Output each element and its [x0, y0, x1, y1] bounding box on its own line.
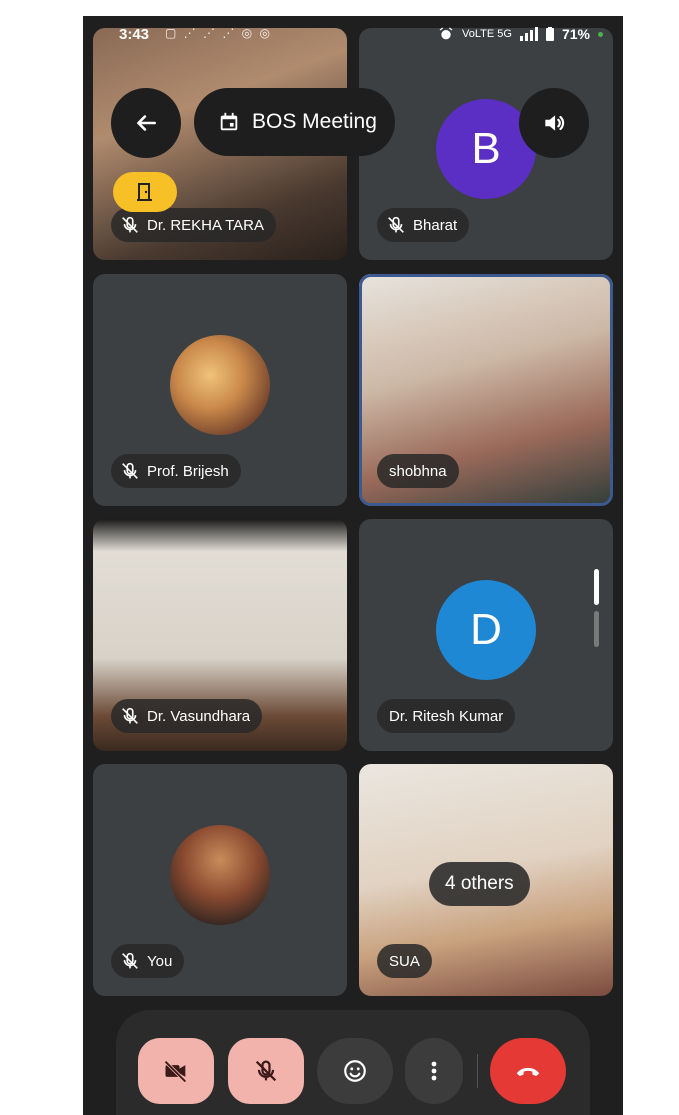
meeting-title: BOS Meeting: [252, 110, 377, 133]
mic-off-icon: [122, 462, 138, 479]
avatar: D: [436, 580, 536, 680]
speaker-button[interactable]: [519, 88, 589, 158]
phone-hangup-icon: [516, 1067, 540, 1076]
participant-tile-shobhna[interactable]: shobhna: [359, 274, 613, 506]
camera-toggle-button[interactable]: [138, 1038, 214, 1104]
mic-toggle-button[interactable]: [228, 1038, 304, 1104]
arrow-left-icon: [137, 115, 156, 131]
others-count-button[interactable]: 4 others: [429, 862, 530, 906]
more-vertical-icon: [431, 1061, 437, 1081]
mic-off-icon: [122, 952, 138, 969]
status-right: VoLTE 5G 71%: [438, 26, 603, 42]
participant-name: Bharat: [413, 216, 458, 234]
notification-icons: ▢ ⋰ ⋰ ⋰ ◎ ◎: [165, 26, 272, 40]
avatar: [170, 825, 270, 925]
mic-off-icon: [388, 216, 404, 233]
controls-divider: [477, 1054, 478, 1088]
battery-icon: [545, 27, 554, 41]
participant-name: You: [147, 952, 173, 970]
privacy-dot-icon: [598, 31, 603, 37]
participant-tile-brijesh[interactable]: Prof. Brijesh: [93, 274, 347, 506]
mic-off-icon: [255, 1060, 277, 1082]
meet-call-screen: Dr. REKHA TARA B Bharat 3:43 ▢ ⋰ ⋰ ⋰ ◎ ◎…: [83, 16, 623, 1115]
participant-name: shobhna: [389, 462, 447, 480]
participant-name: Dr. Ritesh Kumar: [389, 707, 504, 725]
hand-raise-badge[interactable]: [113, 172, 177, 212]
call-controls-bar: [116, 1010, 590, 1115]
network-indicator: VoLTE 5G: [462, 28, 512, 40]
participant-name: Prof. Brijesh: [147, 462, 229, 480]
status-bar: 3:43 ▢ ⋰ ⋰ ⋰ ◎ ◎ VoLTE 5G 71%: [83, 16, 623, 56]
more-options-button[interactable]: [405, 1038, 463, 1104]
participant-name-pill: SUA: [377, 944, 432, 978]
participant-name-pill: You: [111, 944, 185, 978]
participant-name-pill: shobhna: [377, 454, 459, 488]
calendar-icon: [220, 112, 238, 131]
participant-name: Dr. Vasundhara: [147, 707, 251, 725]
participant-name: Dr. REKHA TARA: [147, 216, 264, 234]
emoji-icon: [344, 1060, 366, 1082]
participant-tile-ritesh[interactable]: D Dr. Ritesh Kumar: [359, 519, 613, 751]
signal-icon: [519, 27, 538, 41]
participant-name-pill: Dr. Ritesh Kumar: [377, 699, 516, 733]
back-button[interactable]: [111, 88, 181, 158]
avatar: [170, 335, 270, 435]
door-icon: [137, 183, 152, 201]
mic-off-icon: [122, 216, 138, 233]
participant-name-pill: Dr. REKHA TARA: [111, 208, 276, 242]
alarm-icon: [439, 27, 453, 40]
scrollbar-thumb[interactable]: [594, 569, 599, 605]
participant-name-pill: Prof. Brijesh: [111, 454, 241, 488]
reactions-button[interactable]: [317, 1038, 393, 1104]
status-time: 3:43: [119, 26, 150, 43]
speaker-icon: [545, 115, 565, 131]
participant-name-pill: Dr. Vasundhara: [111, 699, 263, 733]
participant-tile-you[interactable]: You: [93, 764, 347, 996]
camera-off-icon: [164, 1060, 187, 1083]
participant-tile-vasundhara[interactable]: Dr. Vasundhara: [93, 519, 347, 751]
participant-name-pill: Bharat: [377, 208, 470, 242]
meeting-title-button[interactable]: BOS Meeting: [194, 88, 395, 156]
participant-name: SUA: [389, 952, 420, 970]
scrollbar[interactable]: [594, 569, 599, 649]
scrollbar-track: [594, 611, 599, 647]
end-call-button[interactable]: [490, 1038, 566, 1104]
battery-percent: 71%: [561, 26, 590, 42]
mic-off-icon: [122, 707, 138, 724]
